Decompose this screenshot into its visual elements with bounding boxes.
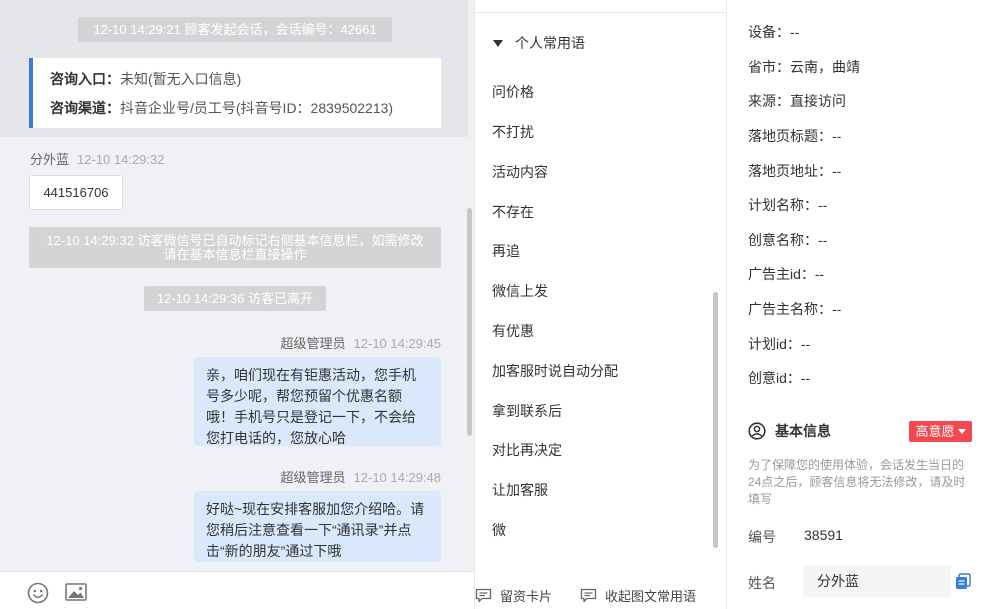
entry-label: 咨询入口： [50, 71, 120, 87]
consult-info-card: 咨询入口：未知(暂无入口信息) 咨询渠道：抖音企业号/员工号(抖音号ID：283… [29, 58, 441, 128]
system-message-session-start: 12-10 14:29:21 顾客发起会话，会话编号：42661 [78, 17, 392, 42]
chat-workspace: 12-10 14:29:21 顾客发起会话，会话编号：42661 咨询入口：未知… [0, 0, 997, 609]
phrases-scrollbar[interactable] [713, 292, 718, 548]
lead-card-label: 留资卡片 [500, 589, 553, 604]
image-icon[interactable] [65, 582, 87, 604]
phrase-group-personal[interactable]: 个人常用语 [493, 33, 585, 53]
visitor-time: 12-10 14:29:32 [77, 152, 165, 167]
agent-time: 12-10 14:29:45 [353, 336, 441, 351]
customer-info-panel: 设备：-- 省市：云南，曲靖 来源：直接访问 落地页标题：-- 落地页地址：--… [726, 0, 997, 609]
lead-card-button[interactable]: 留资卡片 [475, 586, 552, 605]
phrase-item[interactable]: 微 [492, 520, 506, 540]
caret-down-icon [493, 39, 503, 47]
field-creative-name: 创意名称：-- [748, 232, 828, 248]
collapse-phrases-button[interactable]: 收起图文常用语 [580, 586, 696, 605]
system-message-visitor-left: 12-10 14:29:36 访客已离开 [144, 286, 326, 311]
divider [475, 12, 726, 13]
field-plan-name: 计划名称：-- [748, 197, 828, 213]
user-circle-icon [748, 422, 766, 440]
field-advertiser-name: 广告主名称：-- [748, 301, 842, 317]
customer-name-input[interactable]: 分外蓝 [803, 565, 951, 597]
copy-icon[interactable] [955, 573, 971, 590]
quick-phrases-panel: 个人常用语 问价格 不打扰 活动内容 不存在 再追 微信上发 有优惠 加客服时说… [474, 0, 726, 609]
phrase-item[interactable]: 加客服时说自动分配 [492, 361, 618, 381]
edit-notice: 为了保障您的使用体验，会话发生当日的24点之后，顾客信息将无法修改，请及时填写 [748, 458, 966, 506]
smile-icon[interactable] [27, 582, 49, 604]
message-icon [475, 588, 492, 603]
agent-name: 超级管理员 [280, 470, 346, 485]
agent-sender-1: 超级管理员 12-10 14:29:45 [281, 333, 441, 352]
channel-value: 抖音企业号/员工号(抖音号ID：2839502213) [120, 100, 394, 116]
phrase-item[interactable]: 活动内容 [492, 162, 548, 182]
intent-level-label: 高意愿 [915, 424, 955, 439]
visitor-name: 分外蓝 [30, 152, 70, 167]
chat-scrollbar[interactable] [467, 208, 472, 436]
chat-panel: 12-10 14:29:21 顾客发起会话，会话编号：42661 咨询入口：未知… [0, 0, 474, 609]
field-plan-id: 计划id：-- [748, 336, 811, 352]
agent-message-1: 亲，咱们现在有钜惠活动，您手机号多少呢，帮您预留个优惠名额哦！手机号只是登记一下… [194, 357, 441, 446]
phrase-group-label: 个人常用语 [515, 35, 585, 51]
customer-id-value: 38591 [804, 527, 843, 543]
basic-info-title: 基本信息 [748, 421, 831, 441]
entry-value: 未知(暂无入口信息) [120, 71, 242, 87]
caret-down-icon [957, 429, 966, 434]
field-source: 来源：直接访问 [748, 93, 846, 109]
chat-toolbar [0, 571, 474, 609]
phrase-item[interactable]: 对比再决定 [492, 440, 562, 460]
phrase-item[interactable]: 拿到联系后 [492, 401, 562, 421]
phrase-item[interactable]: 有优惠 [492, 321, 534, 341]
agent-name: 超级管理员 [280, 336, 346, 351]
field-landing-url: 落地页地址：-- [748, 163, 842, 179]
customer-id-row: 编号 38591 [748, 527, 843, 547]
phrase-item[interactable]: 不存在 [492, 202, 534, 222]
channel-label: 咨询渠道： [50, 100, 120, 116]
intent-level-dropdown[interactable]: 高意愿 [909, 421, 972, 442]
phrase-item[interactable]: 不打扰 [492, 122, 534, 142]
customer-name-label: 姓名 [748, 575, 776, 591]
info-panel-scrollbar[interactable] [992, 0, 997, 340]
phrase-item[interactable]: 问价格 [492, 82, 534, 102]
collapse-phrases-label: 收起图文常用语 [605, 589, 697, 604]
message-icon [580, 588, 597, 603]
customer-id-label: 编号 [748, 529, 776, 545]
agent-time: 12-10 14:29:48 [353, 470, 441, 485]
phrase-item[interactable]: 让加客服 [492, 480, 548, 500]
field-landing-title: 落地页标题：-- [748, 128, 842, 144]
agent-sender-2: 超级管理员 12-10 14:29:48 [281, 467, 441, 486]
field-device: 设备：-- [748, 24, 800, 40]
phrase-item[interactable]: 再追 [492, 241, 520, 261]
field-province-city: 省市：云南，曲靖 [748, 59, 860, 75]
phrase-item[interactable]: 微信上发 [492, 281, 548, 301]
basic-info-label: 基本信息 [775, 423, 831, 439]
field-creative-id: 创意id：-- [748, 370, 811, 386]
agent-message-2: 好哒~现在安排客服加您介绍哈。请您稍后注意查看一下“通讯录”并点击“新的朋友”通… [194, 491, 441, 562]
visitor-sender: 分外蓝 12-10 14:29:32 [30, 149, 164, 168]
visitor-message: 441516706 [29, 175, 123, 210]
system-message-wechat-mark: 12-10 14:29:32 访客微信号已自动标记右侧基本信息栏，如需修改请在基… [29, 227, 441, 268]
field-advertiser-id: 广告主id：-- [748, 266, 825, 282]
